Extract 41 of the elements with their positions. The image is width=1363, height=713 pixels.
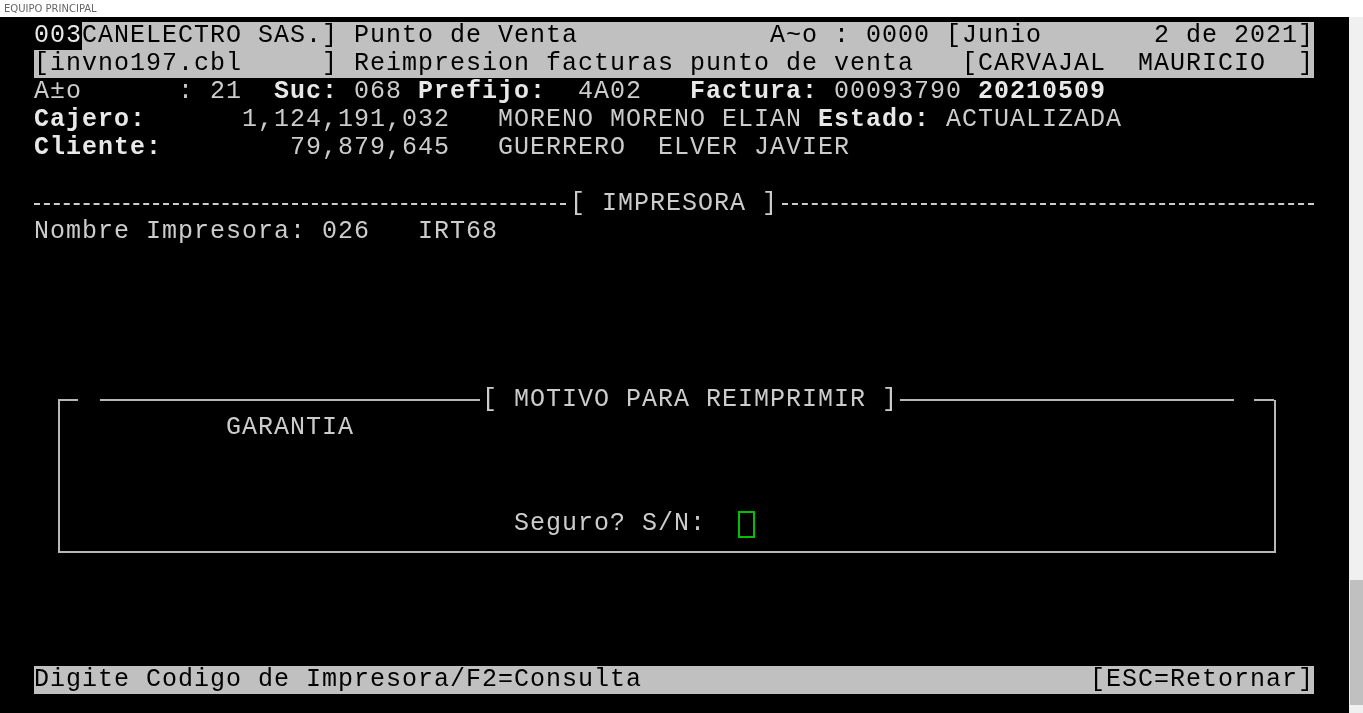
status-hint: Digite Codigo de Impresora/F2=Consulta — [34, 666, 643, 694]
field-value: IRT68 — [418, 218, 498, 246]
field-value: 1,124,191,032 — [242, 106, 451, 134]
program-name: [invno197.cbl — [34, 50, 243, 78]
field-value: 068 — [354, 78, 402, 106]
year-text: A~o : 0000 — [770, 22, 931, 50]
field-label: A±o — [34, 78, 82, 106]
module-name: Punto de Venta — [354, 22, 579, 50]
company-name: CANELECTRO SAS.] — [82, 22, 339, 50]
field-value: 00093790 — [834, 78, 963, 106]
field-value: MORENO MORENO ELIAN — [498, 106, 803, 134]
scrollbar-thumb[interactable] — [1350, 580, 1363, 705]
field-value: GUERRERO ELVER JAVIER — [498, 134, 851, 162]
field-label: Estado: — [818, 106, 931, 134]
escape-hint: [ESC=Retornar] — [1090, 666, 1315, 694]
field-label: Cliente: — [34, 134, 163, 162]
field-value: ACTUALIZADA — [946, 106, 1123, 134]
field-label: Prefijo: — [418, 78, 547, 106]
screen-title: Reimpresion facturas punto de venta — [354, 50, 915, 78]
window-title: EQUIPO PRINCIPAL — [4, 3, 97, 14]
bracket-text: ] — [322, 50, 338, 78]
field-value: : 21 — [178, 78, 242, 106]
confirm-prompt: Seguro? S/N: — [514, 510, 707, 538]
field-value: 026 — [322, 218, 370, 246]
scrollbar[interactable] — [1349, 17, 1363, 713]
date-text: 2 de 2021] — [1154, 22, 1315, 50]
field-value: 79,879,645 — [290, 134, 451, 162]
company-code: 003 — [34, 22, 82, 50]
field-label: Nombre Impresora: — [34, 218, 307, 246]
field-label: Factura: — [690, 78, 819, 106]
field-label: Suc: — [274, 78, 338, 106]
bracket-text: ] — [1298, 50, 1314, 78]
section-title: [ IMPRESORA ] — [570, 190, 779, 218]
month-text: [Junio — [946, 22, 1042, 50]
answer-field[interactable] — [738, 510, 756, 538]
reason-text: GARANTIA — [226, 414, 356, 442]
field-value: 20210509 — [978, 78, 1107, 106]
field-label: Cajero: — [34, 106, 147, 134]
field-value: 4A02 — [578, 78, 642, 106]
dialog-title: [ MOTIVO PARA REIMPRIMIR ] — [482, 386, 899, 414]
user-name: [CARVAJAL MAURICIO — [962, 50, 1267, 78]
